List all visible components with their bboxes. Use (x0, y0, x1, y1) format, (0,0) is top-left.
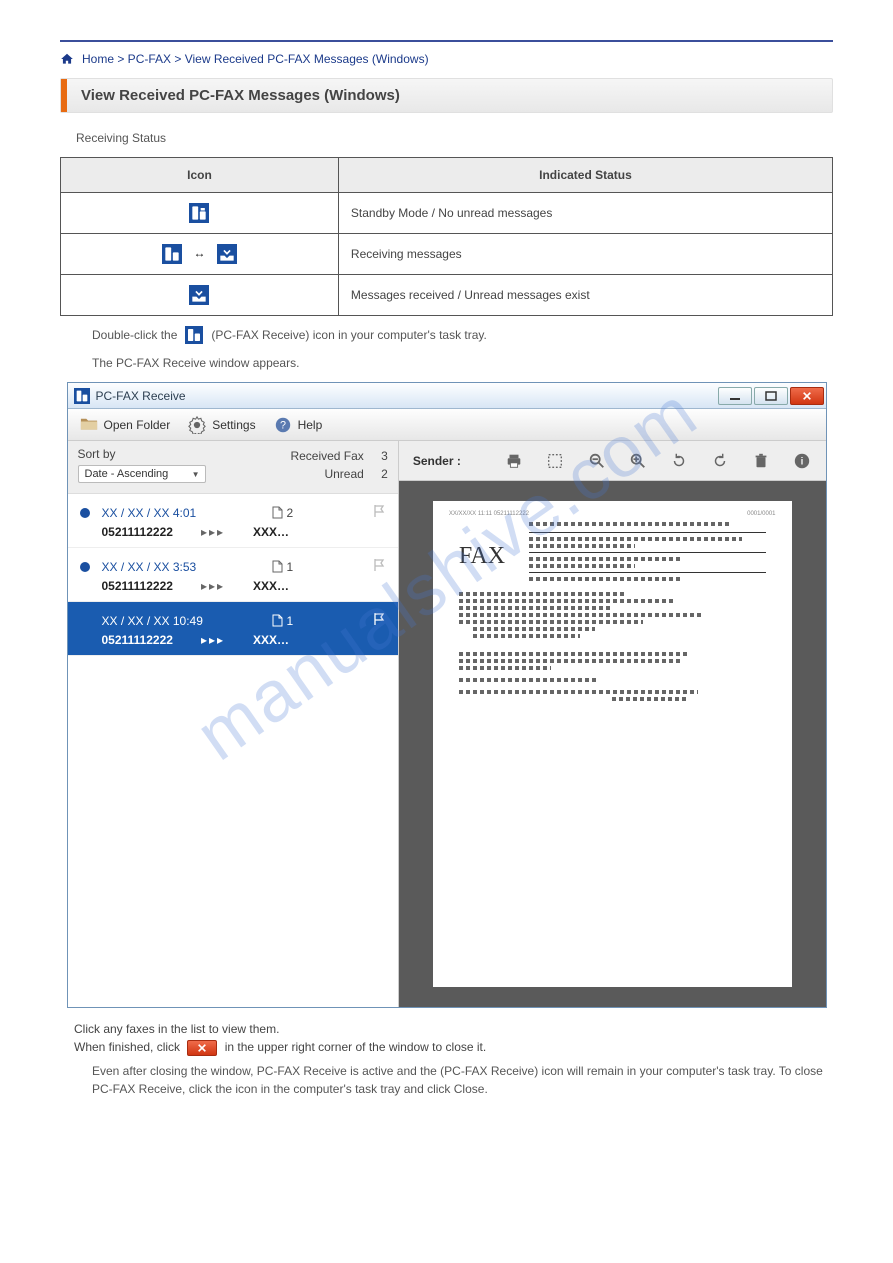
table-row: Standby Mode / No unread messages (61, 193, 833, 234)
breadcrumb[interactable]: Home > PC-FAX > View Received PC-FAX Mes… (60, 52, 833, 66)
page-icon (272, 560, 283, 573)
help-icon: ? (274, 417, 292, 433)
sort-row: Sort by Date - Ascending Received Fax3 U… (68, 441, 398, 494)
preview-toolbar: Sender : i (399, 441, 826, 481)
open-folder-button[interactable]: Open Folder (80, 417, 171, 433)
preview-area[interactable]: XX/XX/XX 11:11 05211112222 0001/0001 FAX (399, 481, 826, 1007)
post-step-2: When finished, click in the upper right … (74, 1040, 833, 1056)
gear-icon (188, 417, 206, 433)
info-button[interactable]: i (792, 451, 811, 471)
double-arrow-icon: ↔ (193, 246, 205, 260)
fax-machine-icon (162, 244, 182, 264)
page-header-left: XX/XX/XX 11:11 05211112222 (449, 511, 529, 517)
minimize-button[interactable] (718, 387, 752, 405)
status-text: Receiving messages (338, 234, 832, 275)
menubar: Open Folder Settings ? Help (68, 409, 826, 441)
fax-machine-icon (189, 203, 209, 223)
subsection-header: View Received PC-FAX Messages (Windows) (60, 78, 833, 113)
page-count: 1 (272, 614, 352, 628)
fax-page: XX/XX/XX 11:11 05211112222 0001/0001 FAX (433, 501, 792, 987)
settings-button[interactable]: Settings (188, 417, 255, 433)
status-icon-table: Icon Indicated Status Standby Mode / No … (60, 157, 833, 316)
post-step-1: Click any faxes in the list to view them… (74, 1022, 833, 1036)
window-title: PC-FAX Receive (96, 389, 718, 403)
sort-label: Sort by (78, 447, 206, 461)
rotate-cw-button[interactable] (710, 451, 729, 471)
inbox-download-icon (189, 285, 209, 305)
fax-datetime: XX / XX / XX 10:49 (102, 614, 212, 628)
fax-title: FAX (459, 543, 505, 570)
sort-select[interactable]: Date - Ascending (78, 465, 206, 483)
menu-label: Open Folder (104, 418, 171, 432)
maximize-button[interactable] (754, 387, 788, 405)
status-text: Standby Mode / No unread messages (338, 193, 832, 234)
list-item[interactable]: XX / XX / XX 4:01 2 05211112222 ▸▸▸ XXX… (68, 494, 398, 548)
step-line: Double-click the (PC-FAX Receive) icon i… (92, 326, 833, 344)
fax-list-pane: Sort by Date - Ascending Received Fax3 U… (68, 441, 399, 1007)
table-row: Messages received / Unread messages exis… (61, 275, 833, 316)
table-row: ↔ Receiving messages (61, 234, 833, 275)
sender-label: Sender : (413, 454, 461, 468)
page-header-right: 0001/0001 (747, 511, 775, 517)
list-item[interactable]: XX / XX / XX 3:53 1 05211112222 ▸▸▸ XXX… (68, 548, 398, 602)
menu-label: Help (298, 418, 323, 432)
fax-sender: XXX… (253, 579, 289, 593)
separator-icon: ▸▸▸ (201, 633, 225, 647)
separator-icon: ▸▸▸ (201, 579, 225, 593)
page-icon (272, 614, 283, 627)
close-button[interactable] (790, 387, 824, 405)
folder-icon (80, 417, 98, 433)
zoom-out-button[interactable] (587, 451, 606, 471)
intro-paragraph: Receiving Status (76, 129, 833, 147)
count-block: Received Fax3 Unread2 (290, 447, 387, 483)
subsection-title: View Received PC-FAX Messages (Windows) (67, 79, 832, 112)
status-text: Messages received / Unread messages exis… (338, 275, 832, 316)
list-item[interactable]: XX / XX / XX 10:49 1 05211112222 ▸▸▸ XXX… (68, 602, 398, 656)
app-window: PC-FAX Receive Open Folder Settings (67, 382, 827, 1008)
print-button[interactable] (505, 451, 524, 471)
svg-text:i: i (801, 456, 804, 467)
fax-number: 05211112222 (102, 579, 173, 593)
flag-icon[interactable] (372, 612, 386, 629)
page-icon (272, 506, 283, 519)
post-note: Even after closing the window, PC-FAX Re… (92, 1062, 833, 1098)
fax-datetime: XX / XX / XX 3:53 (102, 560, 212, 574)
flag-icon[interactable] (372, 504, 386, 521)
flag-icon[interactable] (372, 558, 386, 575)
table-header-icon: Icon (61, 158, 339, 193)
app-icon (74, 388, 90, 404)
titlebar: PC-FAX Receive (68, 383, 826, 409)
separator-icon: ▸▸▸ (201, 525, 225, 539)
svg-text:?: ? (280, 419, 286, 431)
home-icon (60, 52, 74, 66)
step-line-2: The PC-FAX Receive window appears. (92, 354, 833, 372)
page-count: 2 (272, 506, 352, 520)
rotate-ccw-button[interactable] (669, 451, 688, 471)
fit-button[interactable] (546, 451, 565, 471)
fax-number: 05211112222 (102, 633, 173, 647)
breadcrumb-text: Home > PC-FAX > View Received PC-FAX Mes… (82, 52, 429, 66)
fax-machine-icon (185, 326, 203, 344)
unread-dot-icon (80, 508, 90, 518)
page-top-rule (60, 40, 833, 42)
unread-dot-icon (80, 562, 90, 572)
close-icon (187, 1040, 217, 1056)
fax-sender: XXX… (253, 525, 289, 539)
zoom-in-button[interactable] (628, 451, 647, 471)
fax-datetime: XX / XX / XX 4:01 (102, 506, 212, 520)
table-header-status: Indicated Status (338, 158, 832, 193)
fax-sender: XXX… (253, 633, 289, 647)
menu-label: Settings (212, 418, 255, 432)
help-button[interactable]: ? Help (274, 417, 323, 433)
page-count: 1 (272, 560, 352, 574)
fax-number: 05211112222 (102, 525, 173, 539)
delete-button[interactable] (751, 451, 770, 471)
inbox-download-icon (217, 244, 237, 264)
preview-pane: Sender : i XX/XX/XX 11:11 05211112222 (399, 441, 826, 1007)
